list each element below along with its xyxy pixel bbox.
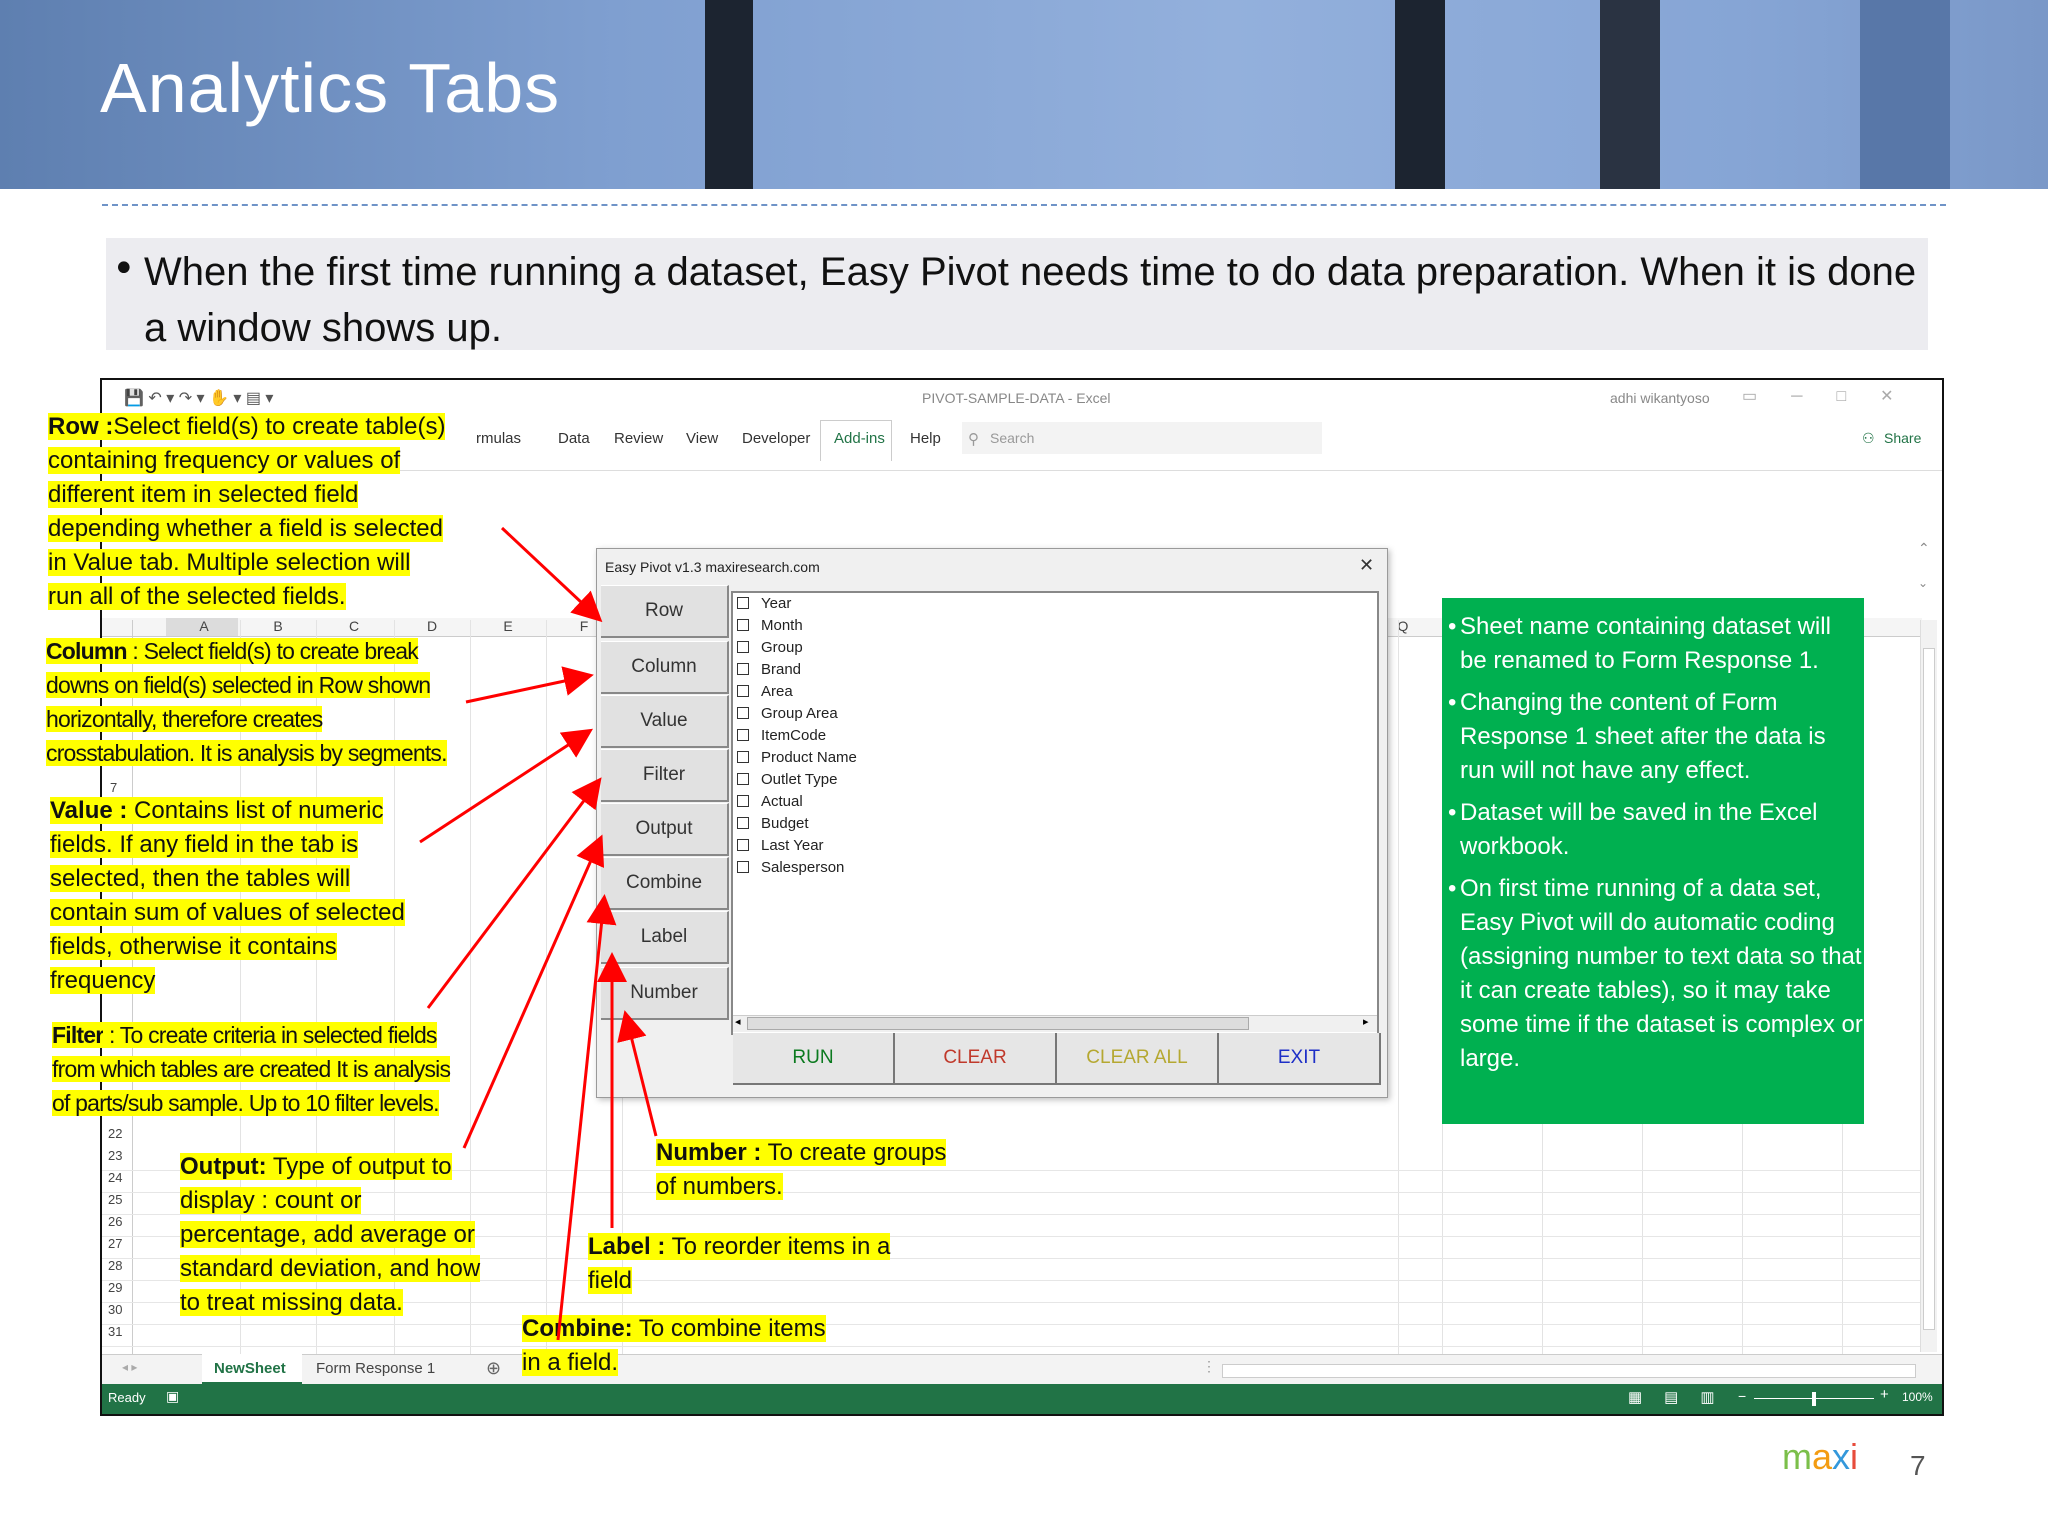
arrow-row <box>500 526 603 623</box>
arrow-number <box>617 1010 658 1137</box>
arrow-combine <box>556 894 617 1341</box>
arrow-value <box>419 728 594 844</box>
page-number: 7 <box>1910 1450 1926 1481</box>
arrow-column <box>465 666 594 704</box>
arrow-filter <box>426 777 602 1009</box>
maxi-logo: maxi <box>1782 1436 1859 1477</box>
arrows-layer <box>419 526 658 1341</box>
arrow-output <box>462 834 605 1149</box>
